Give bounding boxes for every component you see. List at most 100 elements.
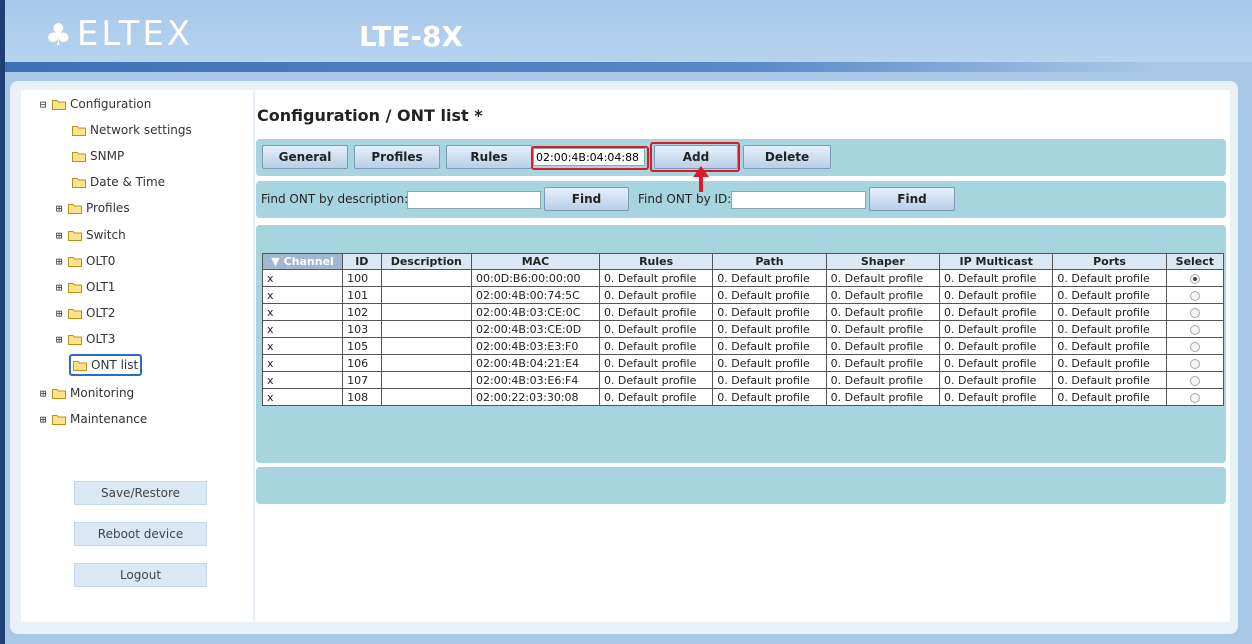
logout-button[interactable]: Logout: [74, 563, 207, 587]
cell-mac: 02:00:4B:04:21:E4: [471, 354, 600, 372]
sidebar-item-olt1[interactable]: ⊞ OLT1: [54, 278, 115, 296]
find-by-id-label: Find ONT by ID:: [638, 192, 732, 206]
table-row[interactable]: x 106 02:00:4B:04:21:E4 0. Default profile 0…: [261, 354, 1225, 372]
expand-icon[interactable]: ⊞: [54, 282, 64, 293]
expand-icon[interactable]: ⊞: [38, 388, 48, 399]
cell-mac: 02:00:4B:03:E3:F0: [471, 337, 600, 355]
logo-text: ELTEX: [76, 14, 194, 54]
folder-icon: [68, 282, 82, 293]
cell-id: 107: [342, 371, 382, 389]
cell-ports: 0. Default profile: [1052, 286, 1167, 304]
cell-path: 0. Default profile: [712, 303, 827, 321]
sidebar-item-olt0[interactable]: ⊞ OLT0: [54, 252, 115, 270]
sidebar-item-configuration[interactable]: ⊟ Configuration: [38, 95, 151, 113]
select-radio[interactable]: [1189, 392, 1200, 403]
sidebar-item-label: OLT2: [86, 306, 116, 320]
expand-icon[interactable]: ⊞: [54, 334, 64, 345]
cell-rules: 0. Default profile: [598, 286, 714, 304]
sidebar-item-date-time[interactable]: Date & Time: [72, 173, 165, 191]
table-row[interactable]: x 105 02:00:4B:03:E3:F0 0. Default profile 0…: [261, 337, 1225, 355]
find-by-description-input[interactable]: [407, 191, 541, 209]
select-radio[interactable]: [1189, 341, 1200, 352]
sidebar-item-ont-list[interactable]: ONT list: [69, 354, 143, 376]
cell-shaper: 0. Default profile: [825, 303, 941, 321]
sidebar-item-monitoring[interactable]: ⊞ Monitoring: [38, 384, 134, 402]
cell-rules: 0. Default profile: [598, 337, 714, 355]
reboot-device-button[interactable]: Reboot device: [74, 522, 207, 546]
select-radio[interactable]: [1189, 375, 1200, 386]
column-header-path: Path: [712, 253, 827, 270]
sidebar: ⊟ Configuration Network settings SNMP Date &…: [21, 90, 253, 622]
expand-icon[interactable]: ⊞: [54, 203, 64, 214]
general-button[interactable]: General: [262, 145, 348, 169]
select-radio[interactable]: [1189, 358, 1200, 369]
sidebar-item-snmp[interactable]: SNMP: [72, 147, 124, 165]
sidebar-item-label: OLT0: [86, 254, 116, 268]
cell-ports: 0. Default profile: [1052, 269, 1167, 287]
cell-rules: 0. Default profile: [598, 388, 714, 406]
ont-table: ▼ Channel ID Description MAC Rules Path …: [261, 253, 1225, 406]
collapse-icon[interactable]: ⊟: [38, 99, 48, 110]
find-by-id-button[interactable]: Find: [869, 187, 955, 211]
cell-description: [380, 269, 473, 287]
expand-icon[interactable]: ⊞: [54, 256, 64, 267]
sidebar-item-label: Network settings: [90, 123, 192, 137]
cell-channel: x: [261, 388, 344, 406]
cell-ports: 0. Default profile: [1052, 303, 1167, 321]
cell-ports: 0. Default profile: [1052, 354, 1167, 372]
sidebar-item-profiles[interactable]: ⊞ Profiles: [54, 199, 130, 217]
find-by-description-label: Find ONT by description:: [261, 192, 409, 206]
profiles-button[interactable]: Profiles: [354, 145, 440, 169]
select-radio[interactable]: [1189, 290, 1200, 301]
column-header-channel[interactable]: ▼ Channel: [261, 253, 344, 270]
find-by-description-button[interactable]: Find: [544, 187, 629, 211]
sidebar-item-switch[interactable]: ⊞ Switch: [54, 226, 126, 244]
page-title: Configuration / ONT list *: [257, 106, 483, 125]
cell-channel: x: [261, 371, 344, 389]
table-row[interactable]: x 103 02:00:4B:03:CE:0D 0. Default profile 0…: [261, 320, 1225, 338]
table-row[interactable]: x 101 02:00:4B:00:74:5C 0. Default profile 0…: [261, 286, 1225, 304]
delete-button[interactable]: Delete: [743, 145, 831, 169]
sidebar-item-label: SNMP: [90, 149, 125, 163]
rules-button[interactable]: Rules: [446, 145, 532, 169]
column-header-ports: Ports: [1052, 253, 1167, 270]
folder-icon: [52, 388, 66, 399]
folder-icon: [68, 230, 82, 241]
cell-channel: x: [261, 286, 344, 304]
folder-icon: [52, 414, 66, 425]
folder-icon: [72, 177, 86, 188]
expand-icon[interactable]: ⊞: [38, 414, 48, 425]
sidebar-item-maintenance[interactable]: ⊞ Maintenance: [38, 410, 147, 428]
cell-path: 0. Default profile: [712, 269, 827, 287]
cell-channel: x: [261, 337, 344, 355]
expand-icon[interactable]: ⊞: [54, 230, 64, 241]
table-header-row: ▼ Channel ID Description MAC Rules Path …: [261, 253, 1225, 270]
folder-icon: [72, 151, 86, 162]
select-radio[interactable]: [1189, 273, 1200, 284]
cell-channel: x: [261, 320, 344, 338]
cell-select: [1165, 303, 1225, 321]
cell-path: 0. Default profile: [712, 371, 827, 389]
sidebar-item-network-settings[interactable]: Network settings: [72, 121, 192, 139]
cell-mac: 00:0D:B6:00:00:00: [471, 269, 600, 287]
window-edge: [0, 0, 5, 644]
bottom-bar: [256, 467, 1226, 504]
select-radio[interactable]: [1189, 324, 1200, 335]
table-body: x 100 00:0D:B6:00:00:00 0. Default profile 0…: [261, 269, 1225, 406]
table-row[interactable]: x 107 02:00:4B:03:E6:F4 0. Default profile 0…: [261, 371, 1225, 389]
sidebar-item-olt2[interactable]: ⊞ OLT2: [54, 304, 115, 322]
find-by-id-input[interactable]: [731, 191, 866, 209]
save-restore-button[interactable]: Save/Restore: [74, 481, 207, 505]
expand-icon[interactable]: ⊞: [54, 308, 64, 319]
select-radio[interactable]: [1189, 307, 1200, 318]
cell-ports: 0. Default profile: [1052, 320, 1167, 338]
cell-path: 0. Default profile: [712, 286, 827, 304]
sidebar-item-olt3[interactable]: ⊞ OLT3: [54, 330, 115, 348]
cell-id: 101: [342, 286, 382, 304]
table-row[interactable]: x 102 02:00:4B:03:CE:0C 0. Default profile 0…: [261, 303, 1225, 321]
table-row[interactable]: x 100 00:0D:B6:00:00:00 0. Default profile 0…: [261, 269, 1225, 287]
sidebar-item-label: Date & Time: [90, 175, 166, 189]
mac-highlight-box: [531, 146, 649, 170]
table-row[interactable]: x 108 02:00:22:03:30:08 0. Default profile 0…: [261, 388, 1225, 406]
cell-description: [380, 388, 473, 406]
